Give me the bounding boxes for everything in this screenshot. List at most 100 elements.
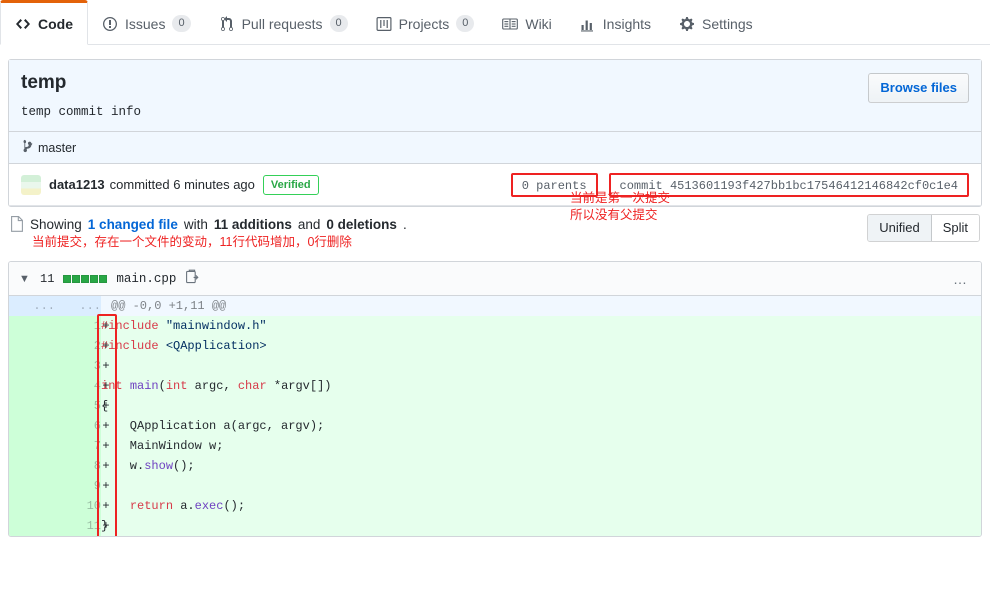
diff-hunk-header-row: ... ... @@ -0,0 +1,11 @@ [9,296,981,317]
diff-line-number-new: 11 [55,516,101,537]
diffstat-block [90,274,99,283]
code-token: a. [173,499,195,514]
diff-line-marker: + [102,359,110,374]
diff-line-row: 5 +{ [9,396,981,417]
commit-author-bar: data1213 committed 6 minutes ago Verifie… [9,164,981,207]
diff-line-number-new: 6 [55,416,101,437]
issue-opened-icon [102,16,118,32]
tab-projects[interactable]: Projects 0 [362,0,489,45]
diff-line-number-new: 3 [55,356,101,377]
diff-line-number-new: 8 [55,456,101,477]
changed-file-link[interactable]: 1 changed file [88,217,178,232]
file-diff-box: ▼ 11 main.cpp … ... ... @@ -0,0 +1,11 @@… [8,261,982,538]
diff-line-marker: + [102,399,110,414]
diff-line-marker: + [102,459,110,474]
showing-deletions: 0 deletions [326,216,397,232]
tab-projects-count: 0 [456,15,475,32]
code-token: (); [223,499,246,514]
diff-line-number-old [9,336,55,357]
commit-author-name[interactable]: data1213 [49,177,105,192]
diff-line-code: + int main(int argc, char *argv[]) [101,376,981,397]
chevron-down-icon[interactable]: ▼ [19,273,31,285]
code-token: show [144,459,174,474]
diff-line-marker: + [102,479,110,494]
diffstat-blocks [63,274,108,283]
diff-line-code: + MainWindow w; [101,436,981,457]
tab-insights[interactable]: Insights [566,0,665,45]
diffstat-block [72,274,81,283]
diff-line-marker: + [102,339,110,354]
diff-line-code: + [101,356,981,377]
diff-line-row: 11 +} [9,516,981,537]
browse-files-button[interactable]: Browse files [868,73,969,103]
code-token: QApplication a(argc, argv); [101,419,325,434]
code-token: ( [158,379,166,394]
tab-code-label: Code [38,15,73,32]
kebab-horizontal-icon[interactable]: … [953,272,969,286]
code-token: (); [173,459,195,474]
diff-line-code: + #include "mainwindow.h" [101,316,981,337]
diff-line-code: + [101,476,981,497]
diff-line-code: + #include <QApplication> [101,336,981,357]
split-view-button[interactable]: Split [931,215,979,242]
diff-line-row: 8 + w.show(); [9,456,981,477]
graph-icon [580,16,596,32]
tab-pull-requests-count: 0 [329,15,348,32]
repo-nav: Code Issues 0 Pull requests 0 Projects 0… [0,0,990,45]
diff-line-code: + w.show(); [101,456,981,477]
code-token: int [165,379,188,394]
diff-toolbar: Showing 1 changed file with 11 additions… [8,191,982,255]
showing-and: and [297,216,321,232]
diff-line-number-old [9,396,55,417]
file-diff-icon [10,216,24,233]
diff-line-number-new: 10 [55,496,101,517]
tab-insights-label: Insights [602,15,652,32]
file-name[interactable]: main.cpp [116,272,176,286]
diff-line-number-old [9,316,55,337]
diff-line-row: 4 + int main(int argc, char *argv[]) [9,376,981,397]
diff-line-number-old [9,356,55,377]
showing-with: with [183,216,208,232]
diff-line-number-new: 1 [55,316,101,337]
commit-header: temp temp commit info Browse files [9,60,981,133]
diff-line-row: 3 + [9,356,981,377]
diff-line-code: +} [101,516,981,537]
diff-line-number-new: 9 [55,476,101,497]
commit-description: temp commit info [21,104,142,119]
copy-path-icon[interactable] [185,269,199,288]
tab-wiki[interactable]: Wiki [488,0,565,45]
diff-line-row: 6 + QApplication a(argc, argv); [9,416,981,437]
tab-code[interactable]: Code [0,0,88,45]
commit-branch-name[interactable]: master [38,141,76,155]
project-icon [376,16,392,32]
diff-line-number-new: 4 [55,376,101,397]
diff-line-row: 7 + MainWindow w; [9,436,981,457]
unified-view-button[interactable]: Unified [868,215,932,242]
tab-pull-requests-label: Pull requests [241,15,323,32]
diff-line-row: 9 + [9,476,981,497]
gear-icon [679,16,695,32]
tab-issues-count: 0 [172,15,191,32]
tab-projects-label: Projects [398,15,450,32]
code-token: exec [194,499,224,514]
tab-settings[interactable]: Settings [665,0,767,45]
diff-line-number-old [9,456,55,477]
diff-line-code: + QApplication a(argc, argv); [101,416,981,437]
showing-annotation-note: 当前提交，存在一个文件的变动，11行代码增加，0行删除 [32,235,352,250]
code-token: argc, [187,379,238,394]
showing-period: . [402,216,407,232]
commit-box: temp temp commit info Browse files maste… [8,59,982,208]
verified-badge[interactable]: Verified [262,174,319,195]
diff-line-marker: + [102,379,110,394]
diff-view-toggle: Unified Split [867,214,980,243]
book-icon [502,16,519,32]
tab-issues[interactable]: Issues 0 [88,0,205,45]
code-icon [15,16,31,32]
diff-line-number-old [9,376,55,397]
showing-line: Showing 1 changed file with 11 additions… [10,216,982,233]
diff-line-row: 2 + #include <QApplication> [9,336,981,357]
tab-pull-requests[interactable]: Pull requests 0 [205,0,362,45]
avatar [21,174,41,195]
diff-table-wrap: ... ... @@ -0,0 +1,11 @@ 1 + #include "mai… [9,296,981,537]
